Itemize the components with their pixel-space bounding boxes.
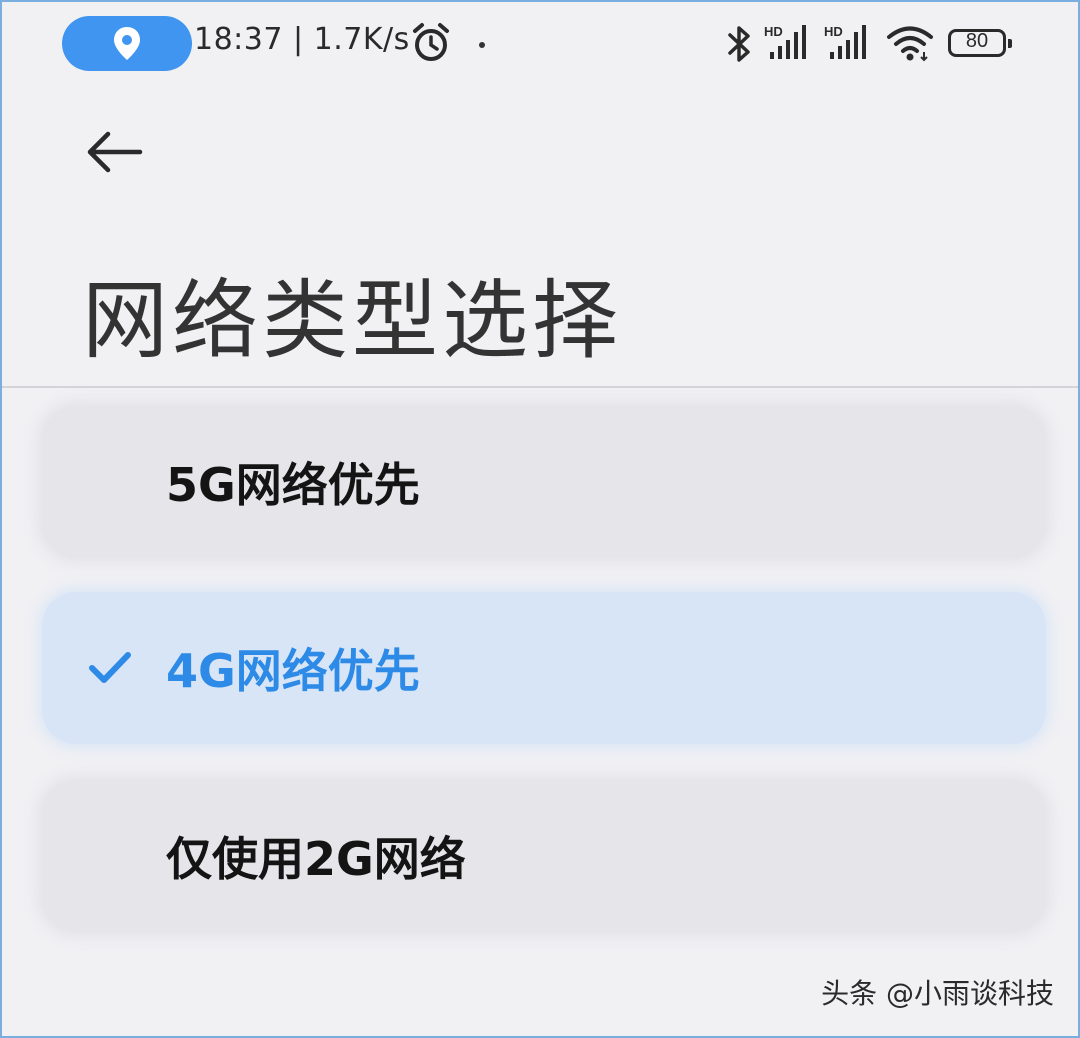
back-button[interactable]	[80, 120, 160, 184]
option-5g-preferred[interactable]: 5G网络优先	[42, 406, 1046, 558]
arrow-left-icon	[87, 131, 143, 173]
option-4g-preferred[interactable]: 4G网络优先	[42, 592, 1046, 744]
location-pill[interactable]	[62, 16, 192, 71]
battery-icon: 80	[948, 29, 1012, 57]
alarm-icon	[413, 23, 449, 61]
signal-strength-icon-sim1: HD	[764, 22, 808, 62]
option-label: 4G网络优先	[166, 644, 420, 698]
checkmark-icon	[89, 652, 131, 683]
battery-level: 80	[965, 30, 989, 52]
watermark-text: 头条 @小雨谈科技	[821, 977, 1054, 1010]
notification-dot-icon	[479, 42, 485, 48]
location-pin-icon	[114, 27, 140, 60]
header-divider	[2, 386, 1078, 388]
option-2g-only[interactable]: 仅使用2G网络	[42, 780, 1046, 932]
signal-strength-icon-sim2: HD	[824, 22, 868, 62]
bluetooth-icon	[728, 26, 750, 62]
wifi-icon	[887, 26, 933, 62]
option-label: 仅使用2G网络	[166, 832, 466, 886]
status-time-speed: 18:37 | 1.7K/s	[194, 22, 410, 57]
option-label: 5G网络优先	[166, 458, 420, 512]
page-title: 网络类型选择	[82, 271, 622, 371]
status-bar: 18:37 | 1.7K/s HD HD 80	[2, 2, 1078, 92]
